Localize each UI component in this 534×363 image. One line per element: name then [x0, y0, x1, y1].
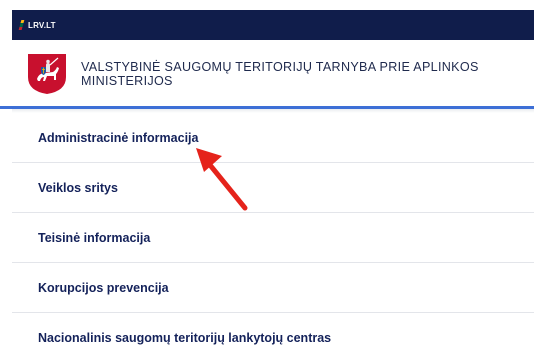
nav-item-visitor-center[interactable]: Nacionalinis saugomų teritorijų lankytoj… — [12, 313, 534, 363]
lithuanian-flag-icon — [18, 20, 25, 30]
main-nav: Administracinė informacija Veiklos srity… — [12, 113, 534, 363]
agency-name[interactable]: VALSTYBINĖ SAUGOMŲ TERITORIJŲ TARNYBA PR… — [81, 60, 479, 88]
nav-item-administrative-info[interactable]: Administracinė informacija — [12, 113, 534, 163]
lrv-link[interactable]: LRV.LT — [28, 21, 56, 30]
vytis-coat-of-arms-icon[interactable] — [27, 53, 67, 95]
agency-name-line2: MINISTERIJOS — [81, 74, 173, 88]
nav-item-activity-areas[interactable]: Veiklos sritys — [12, 163, 534, 213]
nav-item-legal-info[interactable]: Teisinė informacija — [12, 213, 534, 263]
gov-topbar: LRV.LT — [12, 10, 534, 40]
site-header: VALSTYBINĖ SAUGOMŲ TERITORIJŲ TARNYBA PR… — [12, 40, 534, 108]
agency-name-line1: VALSTYBINĖ SAUGOMŲ TERITORIJŲ TARNYBA PR… — [81, 60, 479, 74]
nav-item-corruption-prevention[interactable]: Korupcijos prevencija — [12, 263, 534, 313]
